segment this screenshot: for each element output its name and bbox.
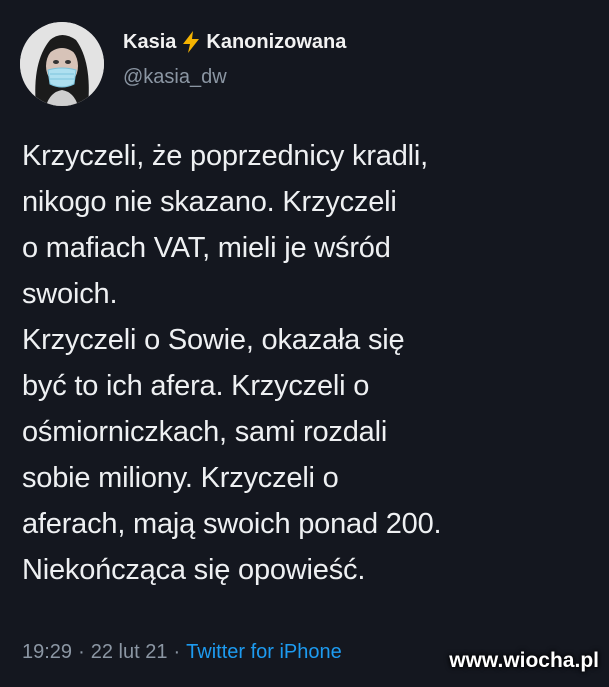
meta-separator: · — [78, 641, 85, 663]
user-handle[interactable]: @kasia_dw — [123, 66, 346, 89]
tweet-header: Kasia Kanonizowana @kasia_dw — [20, 18, 590, 108]
lightning-icon — [183, 31, 200, 53]
avatar[interactable] — [20, 22, 104, 106]
display-name[interactable]: Kasia Kanonizowana — [123, 30, 346, 54]
tweet-text: Krzyczeli, że poprzednicy kradli, nikogo… — [22, 140, 442, 586]
avatar-image — [20, 22, 104, 106]
watermark: www.wiocha.pl — [449, 649, 599, 672]
tweet-source-link[interactable]: Twitter for iPhone — [186, 641, 342, 664]
author-names: Kasia Kanonizowana @kasia_dw — [123, 30, 346, 89]
display-name-second: Kanonizowana — [206, 30, 347, 53]
meta-separator: · — [173, 641, 181, 663]
tweet-date[interactable]: 22 lut 21 — [91, 641, 168, 664]
tweet-time[interactable]: 19:29 — [22, 641, 72, 664]
display-name-first: Kasia — [123, 30, 177, 53]
tweet-meta: 19:29 · 22 lut 21 · Twitter for iPhone — [22, 641, 342, 664]
